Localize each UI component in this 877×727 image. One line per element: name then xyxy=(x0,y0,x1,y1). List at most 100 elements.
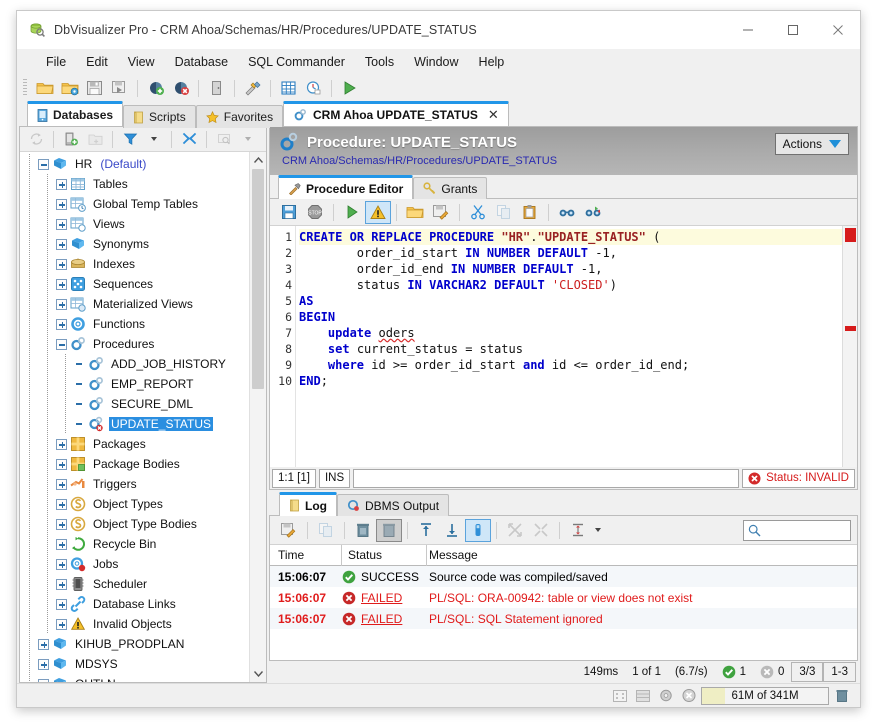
column-header[interactable]: Status xyxy=(342,545,427,566)
error-marker-gutter[interactable] xyxy=(842,226,857,467)
tree-item-views[interactable]: Views xyxy=(20,214,249,234)
copy-icon[interactable] xyxy=(491,201,517,224)
paste-icon[interactable] xyxy=(517,201,543,224)
tree-item-object-types[interactable]: Object Types xyxy=(20,494,249,514)
tree-expander[interactable] xyxy=(56,279,67,290)
save-icon[interactable] xyxy=(276,201,302,224)
tree-item-indexes[interactable]: Indexes xyxy=(20,254,249,274)
tree-item-sequences[interactable]: Sequences xyxy=(20,274,249,294)
tree-expander[interactable] xyxy=(56,199,67,210)
tree-item-jobs[interactable]: Jobs xyxy=(20,554,249,574)
tree-expander[interactable] xyxy=(56,459,67,470)
menu-help[interactable]: Help xyxy=(470,52,514,72)
save-as-icon[interactable] xyxy=(107,77,132,99)
maximize-button[interactable] xyxy=(770,11,815,49)
code-line[interactable]: update oders xyxy=(299,325,842,341)
tree-vertical-scrollbar[interactable] xyxy=(249,152,266,682)
open-folder-icon[interactable] xyxy=(32,77,57,99)
row-height-icon[interactable] xyxy=(565,519,591,542)
menu-database[interactable]: Database xyxy=(166,52,238,72)
cancel-icon[interactable] xyxy=(678,686,699,705)
actions-button[interactable]: Actions xyxy=(775,133,849,155)
tree-expander[interactable] xyxy=(56,539,67,550)
filter-dropdown-caret[interactable] xyxy=(142,129,166,150)
tree-item-tables[interactable]: Tables xyxy=(20,174,249,194)
tree-expander[interactable] xyxy=(56,559,67,570)
memory-indicator[interactable]: 61M of 341M xyxy=(701,687,829,705)
open-file-icon[interactable] xyxy=(402,201,428,224)
tree-expander[interactable] xyxy=(56,299,67,310)
new-connection-icon[interactable] xyxy=(59,129,83,150)
close-button[interactable] xyxy=(815,11,860,49)
tree-expander[interactable] xyxy=(38,659,49,670)
info-icon[interactable] xyxy=(465,519,491,542)
log-status-label[interactable]: FAILED xyxy=(361,591,402,605)
tree-expander[interactable] xyxy=(38,159,49,170)
menu-window[interactable]: Window xyxy=(405,52,467,72)
refresh-icon[interactable] xyxy=(24,129,48,150)
tree-item-add-job-history[interactable]: ADD_JOB_HISTORY xyxy=(20,354,249,374)
menu-sql-commander[interactable]: SQL Commander xyxy=(239,52,354,72)
new-folder-icon[interactable] xyxy=(83,129,107,150)
delete-log-icon[interactable] xyxy=(350,519,376,542)
tab-grants[interactable]: Grants xyxy=(413,177,487,199)
scroll-bottom-icon[interactable] xyxy=(439,519,465,542)
scrollbar-track[interactable] xyxy=(250,169,266,665)
tab-dbms-output[interactable]: DBMS Output xyxy=(337,494,449,516)
scrollbar-thumb[interactable] xyxy=(252,169,264,389)
execute-icon[interactable] xyxy=(339,201,365,224)
minimize-button[interactable] xyxy=(725,11,770,49)
tree-expander[interactable] xyxy=(56,499,67,510)
collapse-all-icon[interactable] xyxy=(177,129,201,150)
tree-item-invalid-objects[interactable]: Invalid Objects xyxy=(20,614,249,634)
tree-item-synonyms[interactable]: Synonyms xyxy=(20,234,249,254)
tree-item-global-temp-tables[interactable]: Global Temp Tables xyxy=(20,194,249,214)
menu-file[interactable]: File xyxy=(37,52,75,72)
copy-log-icon[interactable] xyxy=(313,519,339,542)
toolbar-grip[interactable] xyxy=(23,79,27,97)
tree-item-outln[interactable]: OUTLN xyxy=(20,674,249,682)
save-file-icon[interactable] xyxy=(428,201,454,224)
row-height-caret[interactable] xyxy=(591,519,605,542)
export-log-icon[interactable] xyxy=(276,519,302,542)
code-line[interactable]: order_id_start IN NUMBER DEFAULT -1, xyxy=(299,245,842,261)
tree-expander[interactable] xyxy=(56,179,67,190)
menu-edit[interactable]: Edit xyxy=(77,52,117,72)
column-header[interactable]: Message xyxy=(427,548,857,562)
find-replace-icon[interactable] xyxy=(580,201,606,224)
tab-scripts[interactable]: Scripts xyxy=(123,105,196,128)
find-dropdown-caret[interactable] xyxy=(236,129,260,150)
code-line[interactable]: set current_status = status xyxy=(299,341,842,357)
tree-item-emp-report[interactable]: EMP_REPORT xyxy=(20,374,249,394)
tree-expander[interactable] xyxy=(56,259,67,270)
stop-icon[interactable]: STOP xyxy=(302,201,328,224)
tree-item-object-type-bodies[interactable]: Object Type Bodies xyxy=(20,514,249,534)
menu-tools[interactable]: Tools xyxy=(356,52,403,72)
tree-expander[interactable] xyxy=(56,599,67,610)
connect-icon[interactable] xyxy=(143,77,168,99)
log-table[interactable]: TimeStatusMessage15:06:07SUCCESSSource c… xyxy=(270,545,857,660)
database-object-icon[interactable] xyxy=(204,77,229,99)
tree-expander[interactable] xyxy=(38,679,49,683)
tree-item-packages[interactable]: Packages xyxy=(20,434,249,454)
scroll-top-icon[interactable] xyxy=(413,519,439,542)
tree-item-scheduler[interactable]: Scheduler xyxy=(20,574,249,594)
code-line[interactable]: BEGIN xyxy=(299,309,842,325)
cut-icon[interactable] xyxy=(465,201,491,224)
code-line[interactable]: END; xyxy=(299,373,842,389)
scroll-up-arrow[interactable] xyxy=(250,152,266,169)
tree-expander[interactable] xyxy=(56,239,67,250)
tree-expander[interactable] xyxy=(56,339,67,350)
insert-mode[interactable]: INS xyxy=(319,469,350,488)
tree-item-functions[interactable]: Functions xyxy=(20,314,249,334)
tree-expander[interactable] xyxy=(56,519,67,530)
execute-icon[interactable] xyxy=(337,77,362,99)
tree-expander[interactable] xyxy=(56,479,67,490)
tab-databases[interactable]: Databases xyxy=(27,101,123,126)
clear-log-icon[interactable] xyxy=(376,519,402,542)
tree-expander[interactable] xyxy=(38,639,49,650)
code-line[interactable]: order_id_end IN NUMBER DEFAULT -1, xyxy=(299,261,842,277)
grid-icon[interactable] xyxy=(276,77,301,99)
tab-crm-ahoa-update-status[interactable]: CRM Ahoa UPDATE_STATUS ✕ xyxy=(283,101,509,126)
column-header[interactable]: Time xyxy=(270,545,342,566)
